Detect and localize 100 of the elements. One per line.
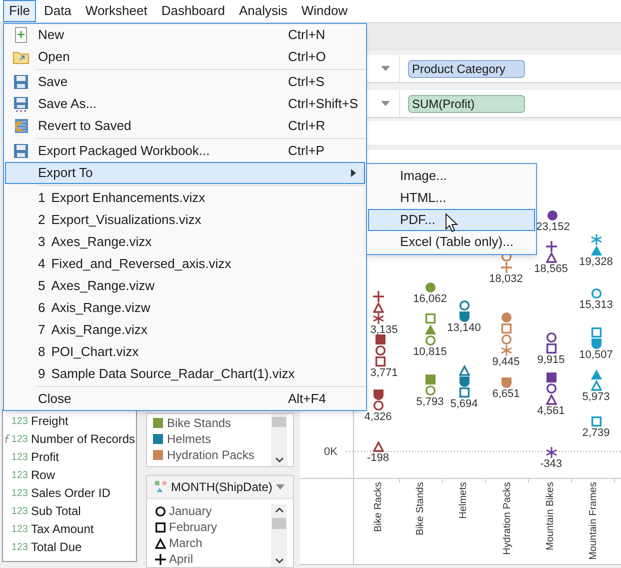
folder-icon (13, 49, 29, 65)
data-label: 5,793 (416, 396, 444, 408)
menu-item[interactable]: Data (38, 0, 78, 22)
field-pill[interactable]: Product Category (408, 60, 525, 78)
field-name[interactable]: Sub Total (31, 502, 81, 520)
menu-item[interactable]: Window (295, 0, 354, 22)
chevron-down-icon[interactable] (274, 457, 284, 463)
circle-shape-icon (155, 506, 166, 516)
data-type-label: 123 (11, 414, 28, 428)
menu-item[interactable]: Open Ctrl+O (5, 46, 365, 68)
data-type-label: 123 (11, 486, 28, 500)
data-label: 10,507 (579, 349, 613, 361)
menu-item[interactable]: 1 Export Enhancements.vizx (5, 187, 365, 209)
category-label: Hydration Packs (500, 482, 514, 555)
field-pill[interactable]: SUM(Profit) (408, 94, 525, 112)
field-name[interactable]: Total Due (31, 538, 82, 556)
data-label: -343 (540, 458, 562, 470)
data-label: 2,739 (582, 427, 610, 439)
field-name[interactable]: Sales Order ID (31, 484, 110, 502)
category-label: Mountain Frames (586, 482, 600, 560)
data-label: 23,152 (536, 221, 570, 233)
data-label: 3,771 (370, 367, 398, 379)
data-label: 19,328 (579, 256, 613, 268)
legend-label: February (169, 519, 218, 536)
data-label: 18,565 (534, 263, 568, 275)
menu-item[interactable]: Revert to Saved Ctrl+R (5, 115, 365, 137)
menu-item[interactable]: Close Alt+F4 (5, 388, 365, 410)
menu-item[interactable]: 7 Axis_Range.vizx (5, 319, 365, 341)
menu-item[interactable]: Export Packaged Workbook... Ctrl+P (5, 140, 365, 162)
data-type-label: 123 (11, 522, 28, 536)
legend-label: March (169, 535, 202, 552)
data-label: 16,062 (413, 293, 447, 305)
plus-shape-icon (155, 554, 166, 564)
field-name[interactable]: Profit (31, 448, 60, 466)
mouse-pointer-icon (445, 213, 458, 233)
data-label: 3,135 (370, 324, 398, 336)
chevron-down-icon[interactable] (274, 558, 284, 564)
menu-item[interactable]: 8 POI_Chart.vizx (5, 341, 365, 363)
category-label: Bike Racks (372, 482, 384, 532)
formula-icon (4, 434, 12, 444)
new-document-icon (13, 27, 29, 43)
menu-item[interactable]: Export To (5, 162, 365, 184)
scrollbar-thumb[interactable] (272, 518, 286, 529)
legend-title: MONTH(ShipDate) (171, 479, 272, 496)
legend-label: January (169, 503, 212, 520)
data-label: 4,561 (537, 405, 565, 417)
data-type-label: 123 (11, 504, 28, 518)
data-type-label: 123 (11, 540, 28, 554)
data-type-label: 123 (11, 432, 28, 446)
scrollbar-thumb[interactable] (272, 417, 286, 427)
data-label: 4,326 (364, 411, 392, 423)
menu-item[interactable]: Worksheet (79, 0, 154, 22)
menu-item[interactable]: 9 Sample Data Source_Radar_Chart(1).vizx (5, 363, 365, 385)
revert-icon (13, 118, 29, 134)
data-type-label: 123 (11, 468, 28, 482)
scrollbar[interactable] (271, 504, 287, 567)
axis-tick-label: 0K (324, 445, 338, 460)
submenu-arrow-icon (351, 169, 356, 177)
data-label: 10,815 (413, 346, 447, 358)
field-name[interactable]: Freight (31, 412, 68, 430)
data-label: 5,973 (582, 391, 610, 403)
menu-item[interactable]: 2 Export_Visualizations.vizx (5, 209, 365, 231)
data-label: -198 (366, 452, 390, 464)
menu-item[interactable]: Save Ctrl+S (5, 71, 365, 93)
legend-label: Bike Stands (167, 415, 232, 432)
data-label: 6,651 (492, 388, 520, 400)
menu-item[interactable]: Analysis (232, 0, 294, 22)
data-label: 13,140 (447, 322, 481, 334)
dropdown-caret-icon[interactable] (381, 66, 390, 71)
menu-item[interactable]: 5 Axes_Range.vizw (5, 275, 365, 297)
menu-item[interactable]: 6 Axis_Range.vizw (5, 297, 365, 319)
field-name[interactable]: Tax Amount (31, 520, 94, 538)
menu-item[interactable]: Image... (368, 165, 535, 187)
legend-label: April (169, 551, 194, 568)
menu-item[interactable]: Excel (Table only)... (368, 231, 535, 253)
data-label: 15,313 (579, 299, 613, 311)
menu-item[interactable]: New Ctrl+N (5, 24, 365, 46)
chevron-up-icon[interactable] (274, 507, 284, 513)
legend-label: Hydration Packs (167, 447, 254, 464)
menu-item[interactable]: 3 Axes_Range.vizx (5, 231, 365, 253)
menu-item[interactable]: 4 Fixed_and_Reversed_axis.vizx (5, 253, 365, 275)
category-label: Bike Stands (414, 482, 426, 536)
menu-item[interactable]: Save As... Ctrl+Shift+S (5, 93, 365, 115)
data-label: 18,032 (489, 273, 523, 285)
data-label: 9,915 (537, 354, 565, 366)
menu-item[interactable]: File (3, 0, 36, 22)
data-label: 5,694 (450, 398, 478, 410)
square-shape-icon (155, 522, 166, 532)
menu-item[interactable]: HTML... (368, 187, 535, 209)
menu-item[interactable]: Dashboard (155, 0, 231, 22)
scrollbar[interactable] (271, 414, 287, 466)
shape-legend-icon (155, 480, 168, 494)
menu-item[interactable]: PDF... (368, 209, 535, 231)
dropdown-caret-icon[interactable] (276, 484, 285, 490)
data-type-label: 123 (11, 450, 28, 464)
triangle-shape-icon (155, 538, 166, 548)
field-name[interactable]: Row (31, 466, 56, 484)
field-name[interactable]: Number of Records (31, 430, 136, 448)
dropdown-caret-icon[interactable] (381, 101, 390, 106)
category-label: Mountain Bikes (544, 482, 556, 550)
